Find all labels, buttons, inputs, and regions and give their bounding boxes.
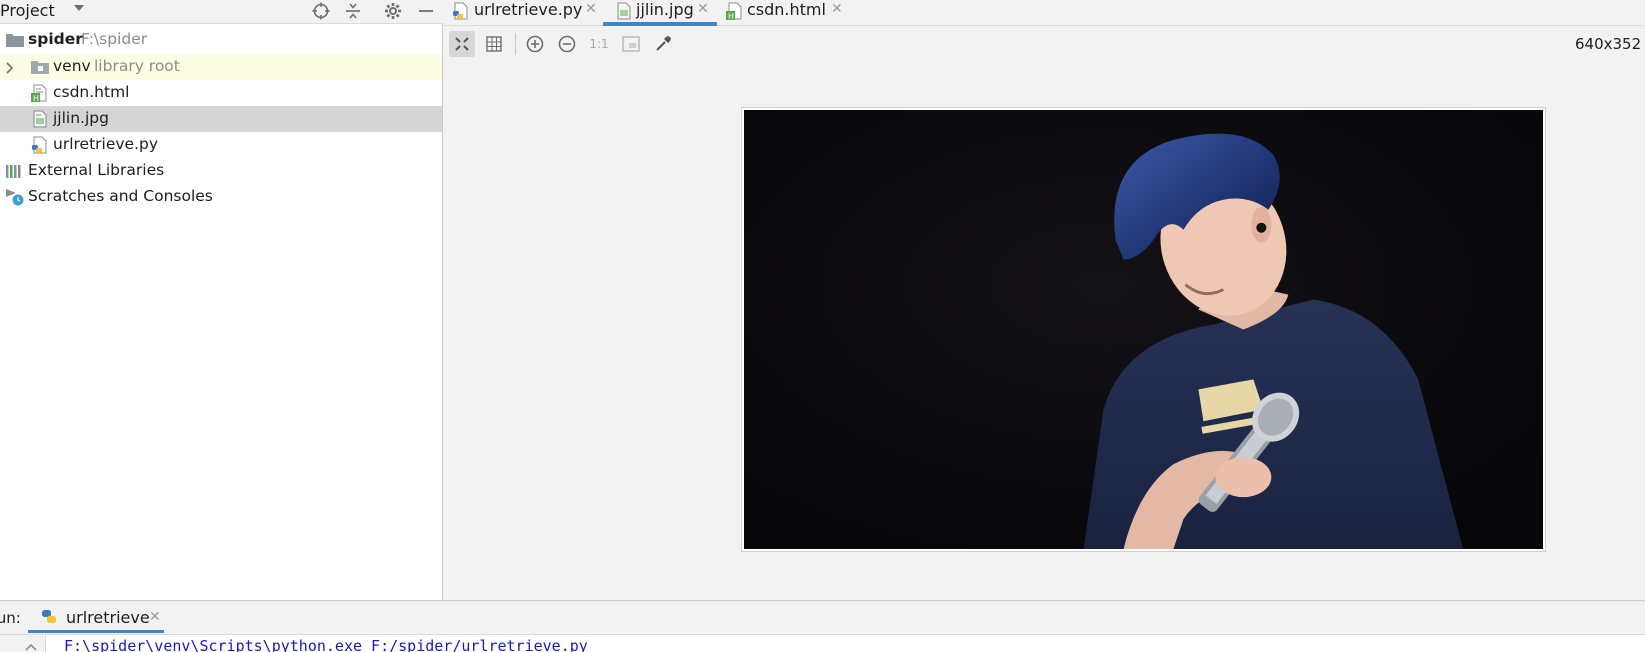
run-tab-urlretrieve[interactable]: urlretrieve ✕ — [28, 601, 164, 633]
run-tab-label: urlretrieve — [66, 608, 150, 627]
close-icon[interactable]: ✕ — [149, 609, 161, 625]
editor-tab-bar: urlretrieve.py ✕ jjlin.jpg ✕ H csdn.html… — [444, 0, 1645, 26]
zoom-in-icon[interactable] — [522, 31, 548, 57]
venv-name: venv — [53, 57, 91, 75]
project-root-path: F:\spider — [81, 30, 148, 48]
project-panel-header: Project — [0, 0, 443, 24]
tree-item-spider[interactable]: spider F:\spider — [0, 27, 442, 53]
tab-label: csdn.html — [747, 0, 826, 19]
tab-jjlin-jpg[interactable]: jjlin.jpg ✕ — [603, 0, 717, 26]
tree-item-csdn-html[interactable]: H csdn.html — [0, 80, 442, 106]
photo-performer-with-microphone — [744, 110, 1543, 549]
tab-label: urlretrieve.py — [474, 0, 583, 19]
scratches-label: Scratches and Consoles — [28, 187, 213, 205]
tab-csdn-html[interactable]: H csdn.html ✕ — [726, 0, 846, 26]
actual-size-button[interactable]: 1:1 — [586, 31, 612, 57]
html-file-icon: H — [726, 2, 742, 20]
chevron-right-icon[interactable] — [5, 62, 15, 74]
python-icon — [42, 610, 56, 623]
tree-item-urlretrieve-py[interactable]: urlretrieve.py — [0, 132, 442, 158]
gear-icon[interactable] — [382, 0, 404, 22]
run-console: F:\spider\venv\Scripts\python.exe F:/spi… — [0, 634, 1645, 652]
tree-item-venv[interactable]: venv library root — [0, 54, 442, 80]
run-label: Run: — [0, 609, 21, 627]
project-title[interactable]: Project — [0, 1, 55, 20]
venv-hint: library root — [94, 57, 180, 75]
tree-item-jjlin-jpg[interactable]: jjlin.jpg — [0, 106, 442, 132]
folder-icon — [6, 34, 24, 47]
tree-item-external-libraries[interactable]: External Libraries — [0, 158, 442, 184]
close-icon[interactable]: ✕ — [585, 1, 597, 17]
minimize-icon[interactable] — [415, 0, 437, 22]
python-file-icon — [32, 136, 47, 154]
project-root-name: spider — [28, 30, 83, 48]
image-viewer-toolbar: 1:1 640x352 JPG — [444, 27, 1645, 59]
tree-item-scratches[interactable]: Scratches and Consoles — [0, 184, 442, 210]
image-file-icon — [617, 2, 631, 20]
project-panel: Project spider F:\spider venv library ro… — [0, 0, 443, 600]
image-dimensions: 640x352 JPG — [1575, 35, 1645, 53]
toolbar-divider — [515, 33, 516, 55]
python-file-icon — [453, 2, 468, 20]
svg-text:H: H — [728, 12, 734, 20]
scratches-icon — [6, 189, 24, 206]
libraries-icon — [6, 165, 21, 178]
chevron-down-icon[interactable] — [74, 5, 84, 11]
close-icon[interactable]: ✕ — [831, 1, 843, 17]
html-file-icon: H — [31, 84, 47, 102]
svg-text:H: H — [33, 94, 39, 102]
external-libraries-label: External Libraries — [28, 161, 165, 179]
fit-to-window-icon[interactable] — [449, 31, 475, 57]
run-panel: Run: urlretrieve ✕ F:\spider\venv\Script… — [0, 600, 1645, 652]
tab-urlretrieve-py[interactable]: urlretrieve.py ✕ — [452, 0, 600, 26]
collapse-icon[interactable] — [342, 0, 364, 22]
image-file-icon — [33, 110, 47, 128]
console-gutter — [0, 635, 46, 652]
locate-icon[interactable] — [310, 0, 332, 22]
grid-icon[interactable] — [481, 31, 507, 57]
close-icon[interactable]: ✕ — [697, 1, 709, 17]
file-name: csdn.html — [53, 83, 130, 101]
actual-size-label: 1:1 — [589, 37, 609, 51]
scroll-up-icon[interactable] — [25, 643, 37, 651]
image-preview — [741, 107, 1546, 552]
tab-label: jjlin.jpg — [636, 0, 694, 19]
color-picker-icon[interactable] — [650, 31, 676, 57]
background-icon[interactable] — [618, 31, 644, 57]
file-name: urlretrieve.py — [53, 135, 159, 153]
library-folder-icon — [31, 61, 49, 74]
zoom-out-icon[interactable] — [554, 31, 580, 57]
console-output-line: F:\spider\venv\Scripts\python.exe F:/spi… — [64, 637, 588, 652]
file-name: jjlin.jpg — [53, 109, 109, 127]
